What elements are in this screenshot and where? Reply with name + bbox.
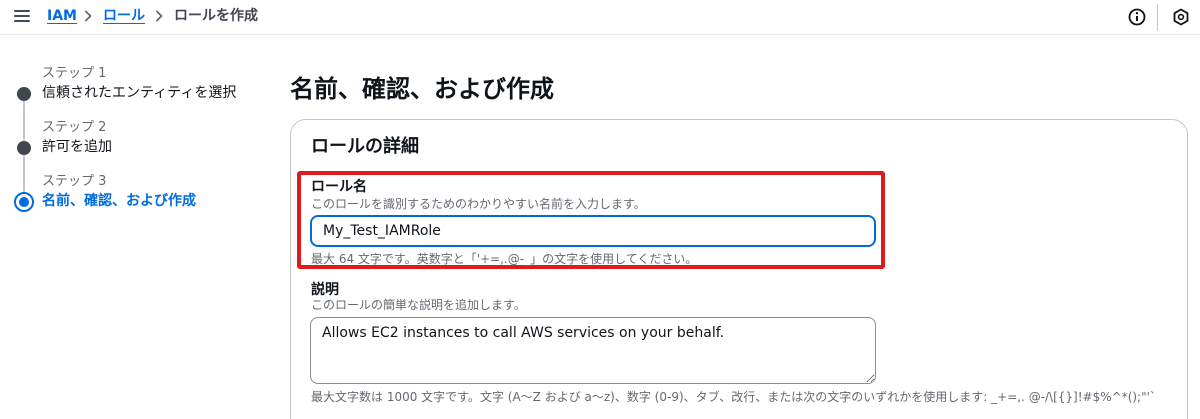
toolbar-divider bbox=[1157, 4, 1158, 31]
role-name-input[interactable] bbox=[310, 215, 876, 247]
step-3-active-indicator-icon bbox=[14, 192, 34, 212]
wizard-steps: ステップ 1 信頼されたエンティティを選択 ステップ 2 許可を追加 ステップ … bbox=[0, 36, 260, 419]
step-1-number: ステップ 1 bbox=[42, 66, 107, 81]
role-details-heading: ロールの詳細 bbox=[311, 136, 419, 157]
page-title: 名前、確認、および作成 bbox=[290, 75, 554, 103]
breadcrumb-current: ロールを作成 bbox=[174, 8, 258, 24]
breadcrumb-iam[interactable]: IAM bbox=[47, 7, 77, 25]
step-3-title: 名前、確認、および作成 bbox=[42, 193, 196, 209]
step-1-title[interactable]: 信頼されたエンティティを選択 bbox=[42, 84, 236, 102]
breadcrumb-roles[interactable]: ロール bbox=[103, 7, 145, 25]
step-3-number: ステップ 3 bbox=[42, 174, 107, 189]
step-2-indicator-icon bbox=[17, 141, 31, 155]
description-constraint: 最大文字数は 1000 文字です。文字 (A～Z および a～z)、数字 (0-… bbox=[311, 390, 1156, 404]
hamburger-menu-icon[interactable] bbox=[14, 10, 30, 24]
step-2-number: ステップ 2 bbox=[42, 120, 107, 135]
info-icon[interactable] bbox=[1127, 7, 1147, 27]
description-textarea[interactable]: Allows EC2 instances to call AWS service… bbox=[310, 317, 876, 384]
step-2-title[interactable]: 許可を追加 bbox=[42, 138, 112, 156]
top-navigation-bar: IAM ロール ロールを作成 bbox=[0, 0, 1200, 35]
chevron-right-icon bbox=[156, 10, 163, 22]
step-1-indicator-icon bbox=[17, 87, 31, 101]
feedback-icon[interactable] bbox=[1171, 7, 1191, 27]
role-name-description: このロールを識別するためのわかりやすい名前を入力します。 bbox=[311, 197, 646, 211]
role-name-constraint: 最大 64 文字です。英数字と「'+=,.@-_」の文字を使用してください。 bbox=[311, 252, 698, 266]
chevron-right-icon bbox=[85, 10, 92, 22]
role-name-label: ロール名 bbox=[311, 179, 367, 195]
step-connector bbox=[23, 100, 25, 146]
description-help-text: このロールの簡単な説明を追加します。 bbox=[311, 298, 526, 312]
